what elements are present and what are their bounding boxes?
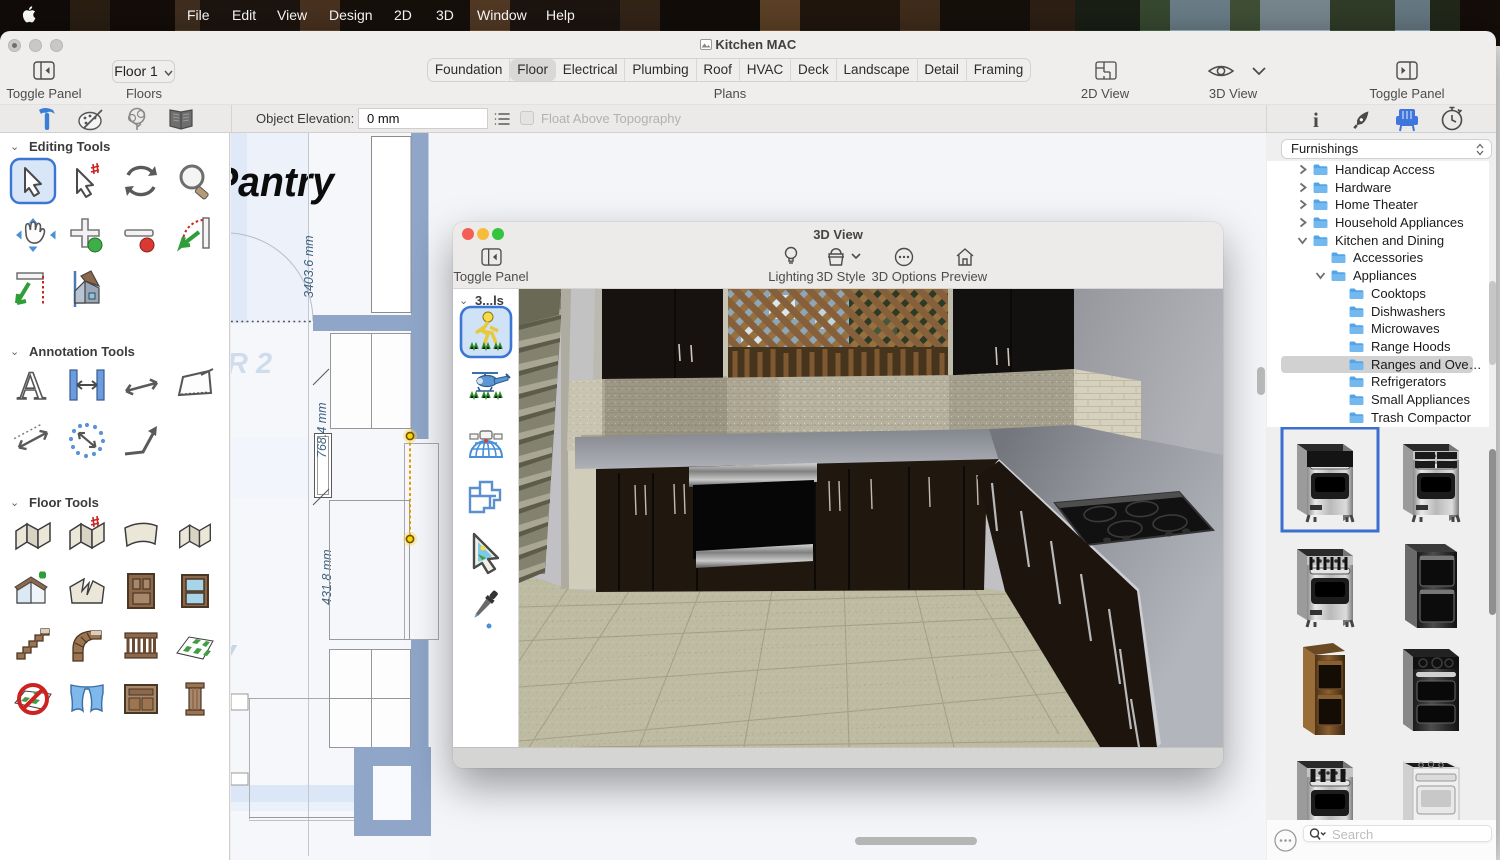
- svg-text:431.8 mm: 431.8 mm: [320, 549, 334, 605]
- svg-text:i: i: [1313, 108, 1319, 132]
- svg-text:3403.6 mm: 3403.6 mm: [302, 235, 316, 298]
- svg-text:Pantry: Pantry: [231, 158, 336, 205]
- svg-text:A: A: [17, 363, 46, 408]
- svg-text:768.4 mm: 768.4 mm: [315, 402, 329, 458]
- svg-text:R 2: R 2: [231, 348, 272, 380]
